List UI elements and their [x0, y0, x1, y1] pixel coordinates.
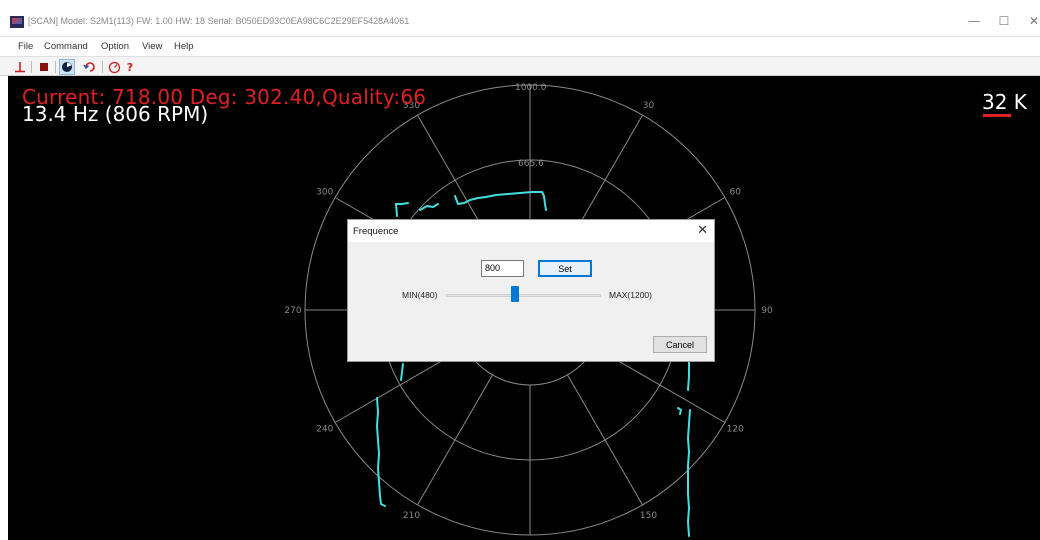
sample-rate-label: 32 K	[982, 90, 1027, 114]
frequence-dialog: Frequence ✕ 800 Set MIN(480) MAX(1200) C…	[347, 219, 715, 362]
angle-label: 270	[284, 306, 301, 316]
app-icon	[10, 16, 24, 28]
menu-help[interactable]: Help	[174, 41, 194, 52]
menu-command[interactable]: Command	[44, 41, 88, 52]
angle-label: 0	[527, 76, 533, 79]
menu-option[interactable]: Option	[101, 41, 129, 52]
toolbar-separator	[55, 61, 56, 73]
angle-label: 120	[727, 425, 744, 435]
refresh-icon[interactable]	[82, 59, 98, 75]
help-icon[interactable]: ?	[122, 59, 138, 75]
angle-label: 150	[640, 511, 657, 521]
angle-label: 30	[643, 101, 655, 111]
inner-range-label: 665.6	[518, 159, 544, 169]
scan-segment	[485, 191, 547, 211]
toolbar-separator	[102, 61, 103, 73]
menu-view[interactable]: View	[142, 41, 162, 52]
angle-spoke	[417, 374, 493, 506]
maximize-button[interactable]: ☐	[994, 14, 1014, 28]
sample-rate-underline	[983, 114, 1011, 117]
scan-icon[interactable]	[59, 59, 75, 75]
dialog-title-bar: Frequence ✕	[348, 220, 714, 242]
menu-file[interactable]: File	[18, 41, 33, 52]
scan-segment	[376, 397, 386, 507]
slider-min-label: MIN(480)	[402, 290, 438, 300]
scan-segment	[400, 363, 404, 381]
dialog-close-button[interactable]: ✕	[697, 223, 708, 238]
scan-segment	[395, 202, 409, 217]
angle-label: 210	[403, 511, 420, 521]
stop-icon[interactable]	[36, 59, 52, 75]
scan-segment	[454, 195, 487, 205]
frequency-readout: 13.4 Hz (806 RPM)	[22, 102, 209, 126]
antenna-icon[interactable]	[12, 59, 28, 75]
frequency-slider-track[interactable]	[446, 294, 601, 297]
angle-label: 300	[316, 188, 333, 198]
close-button[interactable]: ✕	[1024, 14, 1040, 28]
scan-segment	[687, 409, 691, 537]
minimize-button[interactable]: —	[964, 14, 984, 28]
angle-spoke	[567, 374, 643, 506]
toolbar: ?	[0, 56, 1040, 76]
frequency-input[interactable]: 800	[481, 260, 524, 277]
frequency-icon[interactable]	[106, 59, 122, 75]
dialog-title: Frequence	[353, 226, 399, 237]
frequency-slider-thumb[interactable]	[510, 286, 519, 302]
set-button[interactable]: Set	[538, 260, 592, 277]
scan-segment	[687, 361, 690, 391]
angle-label: 60	[730, 188, 742, 198]
cancel-button[interactable]: Cancel	[653, 336, 707, 353]
window-title: [SCAN] Model: S2M1(113) FW: 1.00 HW: 18 …	[28, 16, 410, 26]
angle-label: 90	[761, 306, 773, 316]
title-bar: [SCAN] Model: S2M1(113) FW: 1.00 HW: 18 …	[0, 0, 1040, 36]
toolbar-separator	[31, 61, 32, 73]
slider-max-label: MAX(1200)	[609, 290, 652, 300]
menu-bar: File Command Option View Help	[0, 36, 1040, 56]
outer-range-label: 1000.0	[515, 83, 547, 93]
scan-segment	[677, 407, 682, 415]
angle-label: 240	[316, 425, 333, 435]
